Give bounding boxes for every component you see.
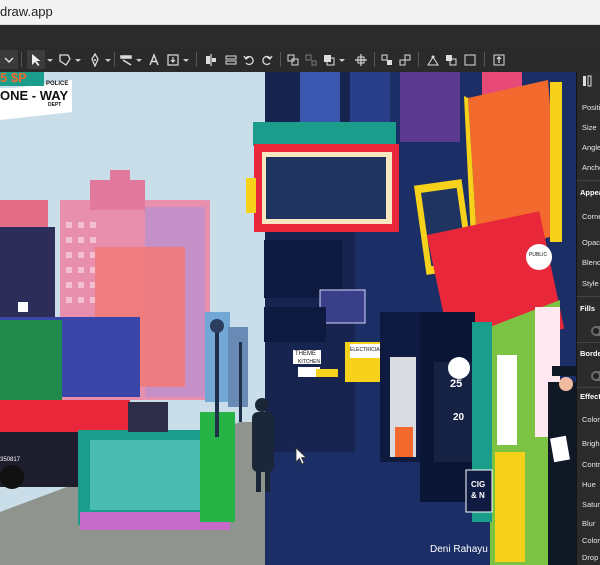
saturation-label: Satur bbox=[582, 500, 600, 509]
artist-credit-text: Deni Rahayu bbox=[430, 544, 488, 555]
drawing-canvas[interactable]: 5 $P POLICE ONE - WAY DEPT THEME KITCHEN… bbox=[0, 72, 576, 565]
style-label: Style bbox=[582, 279, 599, 288]
one-way-text: ONE - WAY bbox=[0, 88, 69, 103]
green-awning bbox=[253, 122, 396, 146]
import-icon[interactable] bbox=[164, 50, 182, 69]
ungroup-icon[interactable] bbox=[302, 50, 320, 69]
mask-icon[interactable] bbox=[442, 50, 460, 69]
text-tool-icon[interactable] bbox=[145, 50, 163, 69]
group-icon[interactable] bbox=[284, 50, 302, 69]
title-bar: draw.app bbox=[0, 0, 600, 25]
sign-police-text: POLICE bbox=[46, 81, 69, 87]
position-label: Positio bbox=[582, 103, 600, 112]
clip-icon[interactable] bbox=[461, 50, 479, 69]
pen-tool-icon[interactable] bbox=[86, 50, 104, 69]
panel-layout-icon[interactable] bbox=[580, 74, 596, 88]
transform-icon[interactable] bbox=[378, 50, 396, 69]
brush-dropdown-icon[interactable] bbox=[135, 50, 143, 69]
brightness-label: Brigh bbox=[582, 439, 600, 448]
fills-toggle[interactable] bbox=[591, 326, 600, 336]
sign-dept-text: DEPT bbox=[48, 102, 62, 108]
sign-top-text: 5 $P bbox=[0, 72, 27, 85]
fills-header[interactable]: Fills bbox=[580, 304, 595, 313]
properties-panel: Positio Size Angle Ancho Appea Corne Opa… bbox=[576, 72, 600, 565]
blend-label: Blend bbox=[582, 258, 600, 267]
street-artwork bbox=[0, 72, 576, 565]
arrange-icon[interactable] bbox=[320, 50, 338, 69]
public-sign-text: PUBLIC bbox=[529, 252, 548, 258]
contrast-label: Contr bbox=[582, 460, 600, 469]
man-with-hat bbox=[548, 382, 576, 565]
theme-sign-text: THEME bbox=[295, 351, 316, 357]
main-toolbar bbox=[0, 47, 600, 73]
borders-toggle[interactable] bbox=[591, 371, 600, 381]
dropdown-chevron-icon[interactable] bbox=[0, 50, 18, 69]
effects-header[interactable]: Effects bbox=[580, 392, 600, 401]
flip-icon[interactable] bbox=[424, 50, 442, 69]
shape-tool-icon[interactable] bbox=[56, 50, 74, 69]
drop-shadow-label: Drop bbox=[582, 553, 599, 562]
color-label: Color bbox=[582, 415, 600, 424]
angle-label: Angle bbox=[582, 143, 600, 152]
brush-tool-icon[interactable] bbox=[117, 50, 135, 69]
window-title: draw.app bbox=[0, 4, 53, 19]
color-overlay-label: Color bbox=[582, 536, 600, 545]
pedestrian bbox=[252, 412, 274, 472]
anchor-label: Ancho bbox=[582, 163, 600, 172]
electrician-sign-text: ELECTRICIAN bbox=[350, 347, 384, 353]
align-icon[interactable] bbox=[202, 50, 220, 69]
corner-label: Corne bbox=[582, 212, 600, 221]
opacity-label: Opaci bbox=[582, 238, 600, 247]
import-dropdown-icon[interactable] bbox=[182, 50, 190, 69]
select-arrow-icon[interactable] bbox=[27, 50, 45, 69]
cigar-sign-text: CIG bbox=[471, 480, 486, 489]
arrange-dropdown-icon[interactable] bbox=[338, 50, 346, 69]
cigar-sign-and-text: & N bbox=[471, 491, 485, 500]
menu-bar-area bbox=[0, 25, 600, 47]
node-icon[interactable] bbox=[396, 50, 414, 69]
size-label: Size bbox=[582, 123, 597, 132]
export-icon[interactable] bbox=[490, 50, 508, 69]
blur-label: Blur bbox=[582, 519, 596, 528]
pen-dropdown-icon[interactable] bbox=[104, 50, 112, 69]
shape-dropdown-icon[interactable] bbox=[74, 50, 82, 69]
number-25-text: 25 bbox=[450, 378, 463, 390]
boolean-icon[interactable] bbox=[352, 50, 370, 69]
number-20-text: 20 bbox=[453, 412, 465, 423]
license-plate-text: 350817 bbox=[0, 457, 21, 463]
undo-icon[interactable] bbox=[240, 50, 258, 69]
appearance-header[interactable]: Appea bbox=[580, 188, 600, 197]
select-dropdown-icon[interactable] bbox=[46, 50, 54, 69]
redo-icon[interactable] bbox=[258, 50, 276, 69]
borders-header[interactable]: Borde bbox=[580, 349, 600, 358]
distribute-icon[interactable] bbox=[222, 50, 240, 69]
hue-label: Hue bbox=[582, 480, 596, 489]
kitchen-sign-text: KITCHEN bbox=[298, 359, 320, 365]
